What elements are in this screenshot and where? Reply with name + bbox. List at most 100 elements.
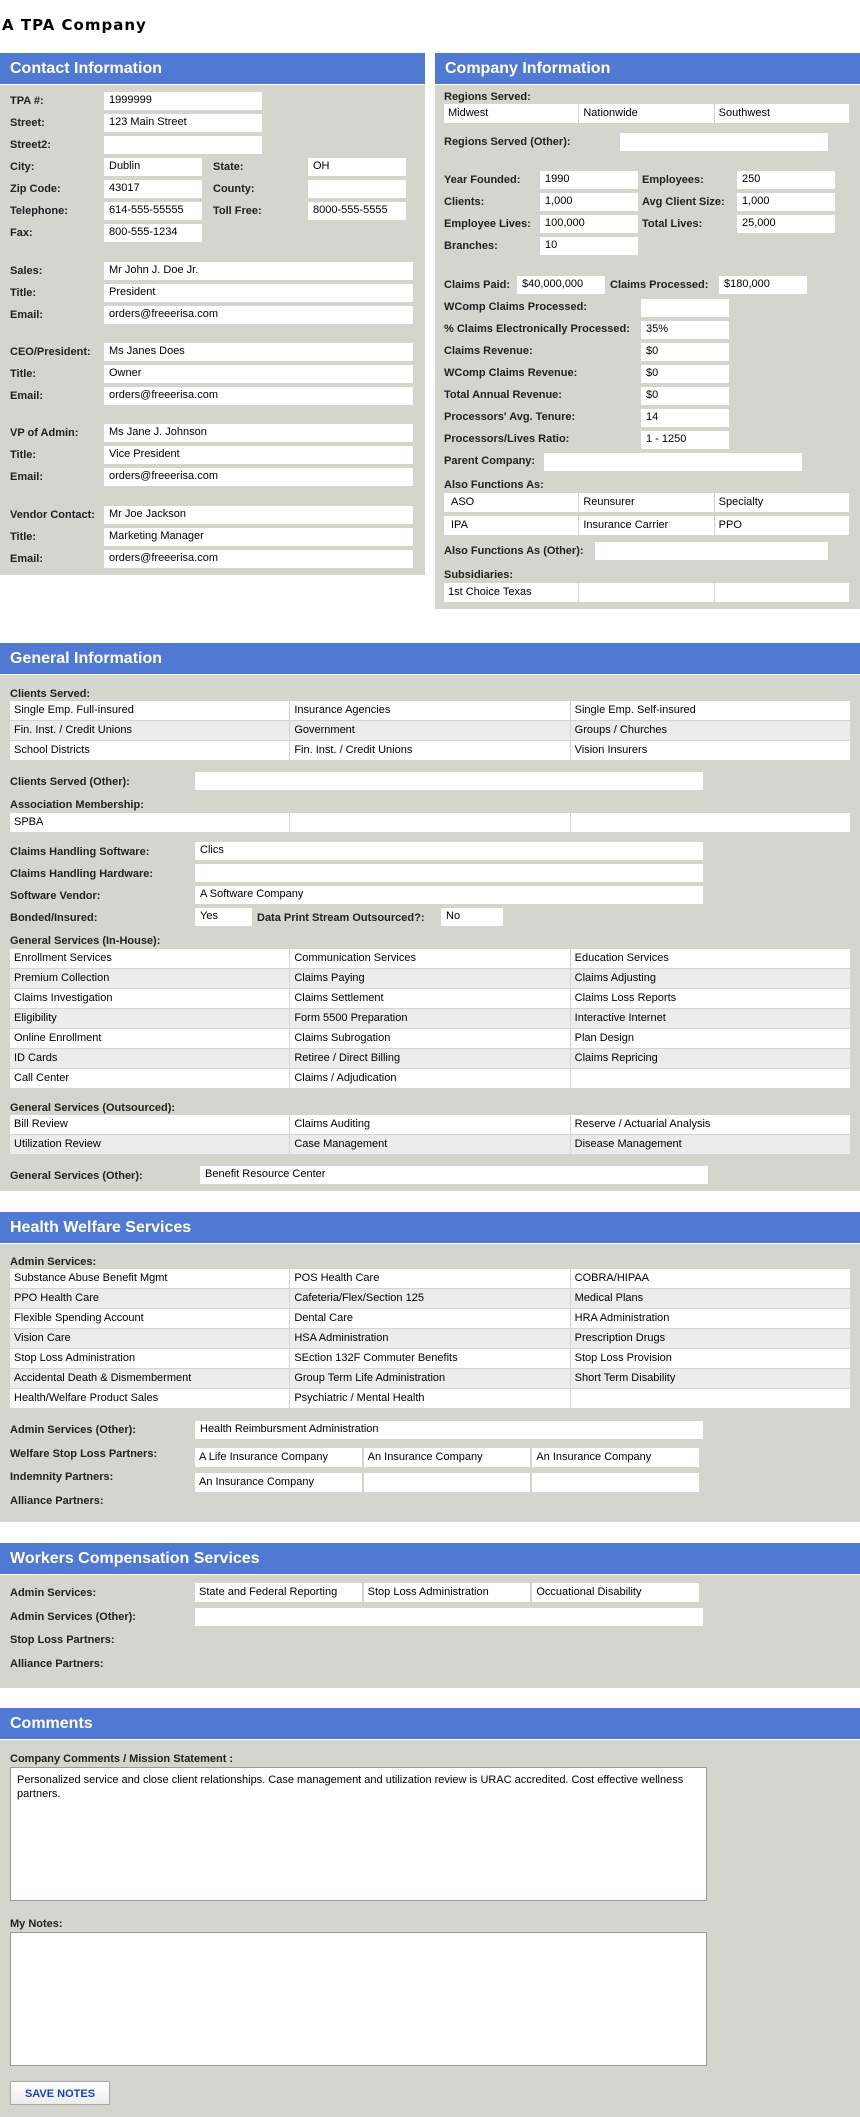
fax-field[interactable]: 800-555-1234 <box>104 224 202 242</box>
county-label: County: <box>213 183 255 195</box>
admin-service-cell: Cafeteria/Flex/Section 125 <box>290 1289 570 1308</box>
client-cell: Fin. Inst. / Credit Unions <box>10 721 290 740</box>
regions-other-field[interactable] <box>620 133 828 151</box>
vendor-email-field[interactable]: orders@freeerisa.com <box>104 550 413 568</box>
hardware-field[interactable] <box>195 864 703 882</box>
also-functions-label: Also Functions As: <box>444 479 544 491</box>
health-admin-label: Admin Services: <box>10 1256 97 1268</box>
general-services-other-field[interactable]: Benefit Resource Center <box>200 1166 708 1184</box>
state-field[interactable]: OH <box>308 158 406 176</box>
client-cell: Groups / Churches <box>570 721 850 740</box>
function-cell: PPO <box>714 516 849 535</box>
service-cell: Disease Management <box>570 1135 850 1154</box>
street2-field[interactable] <box>104 136 262 154</box>
function-cell: Reunsurer <box>579 493 714 512</box>
fax-label: Fax: <box>10 227 33 239</box>
employee-lives-field[interactable]: 100,000 <box>540 215 638 233</box>
service-cell: Retiree / Direct Billing <box>290 1049 570 1068</box>
admin-service-cell: Accidental Death & Dismemberment <box>10 1369 290 1388</box>
service-cell: Claims Paying <box>290 969 570 988</box>
subsidiaries-label: Subsidiaries: <box>444 569 514 581</box>
ceo-label: CEO/President: <box>10 346 91 358</box>
wcomp-claims-processed-label: WComp Claims Processed: <box>444 301 588 313</box>
total-lives-field[interactable]: 25,000 <box>737 215 835 233</box>
claims-processed-field[interactable]: $180,000 <box>719 276 807 294</box>
service-cell: Bill Review <box>10 1115 290 1134</box>
sales-email-label: Email: <box>10 309 44 321</box>
city-field[interactable]: Dublin <box>104 158 202 176</box>
vendor-title-field[interactable]: Marketing Manager <box>104 528 413 546</box>
street-field[interactable]: 123 Main Street <box>104 114 262 132</box>
admin-service-cell: COBRA/HIPAA <box>570 1269 850 1288</box>
function-cell: ASO <box>444 493 579 512</box>
toll-free-field[interactable]: 8000-555-5555 <box>308 202 406 220</box>
ceo-email-field[interactable]: orders@freeerisa.com <box>104 387 413 405</box>
regions-served-grid: Midwest Nationwide Southwest <box>444 104 849 123</box>
general-services-other-label: General Services (Other): <box>10 1170 143 1182</box>
year-founded-field[interactable]: 1990 <box>540 171 638 189</box>
processors-tenure-field[interactable]: 14 <box>641 409 729 427</box>
save-notes-button[interactable]: SAVE NOTES <box>10 2081 110 2105</box>
pct-electronic-field[interactable]: 35% <box>641 321 729 339</box>
subsidiaries-grid: 1st Choice Texas <box>444 583 849 602</box>
sales-title-label: Title: <box>10 287 37 299</box>
employees-field[interactable]: 250 <box>737 171 835 189</box>
vendor-field[interactable]: A Software Company <box>195 886 703 904</box>
association-cell <box>290 813 570 832</box>
company-information-header: Company Information <box>435 53 860 85</box>
workers-admin-other-label: Admin Services (Other): <box>10 1611 136 1623</box>
sales-title-field[interactable]: President <box>104 284 413 302</box>
claims-revenue-field[interactable]: $0 <box>641 343 729 361</box>
indemnity-grid: An Insurance Company <box>195 1473 699 1492</box>
association-grid: SPBA <box>10 813 850 832</box>
service-cell: Case Management <box>290 1135 570 1154</box>
comments-header: Comments <box>0 1708 860 1740</box>
branches-field[interactable]: 10 <box>540 237 638 255</box>
vp-admin-email-field[interactable]: orders@freeerisa.com <box>104 468 413 486</box>
tpa-field[interactable]: 1999999 <box>104 92 262 110</box>
service-cell: Claims Adjusting <box>570 969 850 988</box>
my-notes-textarea[interactable] <box>10 1932 707 2066</box>
admin-service-cell: SEction 132F Commuter Benefits <box>290 1349 570 1368</box>
telephone-field[interactable]: 614-555-55555 <box>104 202 202 220</box>
county-field[interactable] <box>308 180 406 198</box>
ceo-name-field[interactable]: Ms Janes Does <box>104 343 413 361</box>
admin-service-cell: Substance Abuse Benefit Mgmt <box>10 1269 290 1288</box>
client-cell: Insurance Agencies <box>290 701 570 720</box>
mission-textarea[interactable]: Personalized service and close client re… <box>10 1767 707 1901</box>
total-annual-revenue-field[interactable]: $0 <box>641 387 729 405</box>
wcomp-claims-revenue-field[interactable]: $0 <box>641 365 729 383</box>
company-information-panel: Company Information Regions Served: Midw… <box>435 53 860 609</box>
clients-served-other-field[interactable] <box>195 772 703 790</box>
claims-paid-field[interactable]: $40,000,000 <box>517 276 605 294</box>
admin-service-cell: Stop Loss Administration <box>10 1349 290 1368</box>
region-cell: Southwest <box>714 104 849 123</box>
health-welfare-panel: Health Welfare Services Admin Services: … <box>0 1212 860 1522</box>
sales-name-field[interactable]: Mr John J. Doe Jr. <box>104 262 413 280</box>
function-cell: Insurance Carrier <box>579 516 714 535</box>
client-cell: Vision Insurers <box>570 741 850 760</box>
zip-field[interactable]: 43017 <box>104 180 202 198</box>
software-field[interactable]: Clics <box>195 842 703 860</box>
admin-service-cell: Short Term Disability <box>570 1369 850 1388</box>
street2-label: Street2: <box>10 139 51 151</box>
parent-company-field[interactable] <box>544 453 802 471</box>
wcomp-claims-processed-field[interactable] <box>641 299 729 317</box>
processors-ratio-field[interactable]: 1 - 1250 <box>641 431 729 449</box>
data-print-field[interactable]: No <box>441 908 503 926</box>
avg-client-size-field[interactable]: 1,000 <box>737 193 835 211</box>
vp-admin-title-field[interactable]: Vice President <box>104 446 413 464</box>
also-functions-other-field[interactable] <box>595 542 828 560</box>
health-admin-other-field[interactable]: Health Reimbursment Administration <box>195 1421 703 1439</box>
workers-alliance-label: Alliance Partners: <box>10 1658 104 1670</box>
processors-tenure-label: Processors' Avg. Tenure: <box>444 411 576 423</box>
bonded-field[interactable]: Yes <box>195 908 252 926</box>
vp-admin-name-field[interactable]: Ms Jane J. Johnson <box>104 424 413 442</box>
workers-admin-other-field[interactable] <box>195 1608 703 1626</box>
ceo-title-field[interactable]: Owner <box>104 365 413 383</box>
clients-field[interactable]: 1,000 <box>540 193 638 211</box>
inhouse-label: General Services (In-House): <box>10 935 161 947</box>
vendor-contact-name-field[interactable]: Mr Joe Jackson <box>104 506 413 524</box>
sales-email-field[interactable]: orders@freeerisa.com <box>104 306 413 324</box>
client-cell: Government <box>290 721 570 740</box>
